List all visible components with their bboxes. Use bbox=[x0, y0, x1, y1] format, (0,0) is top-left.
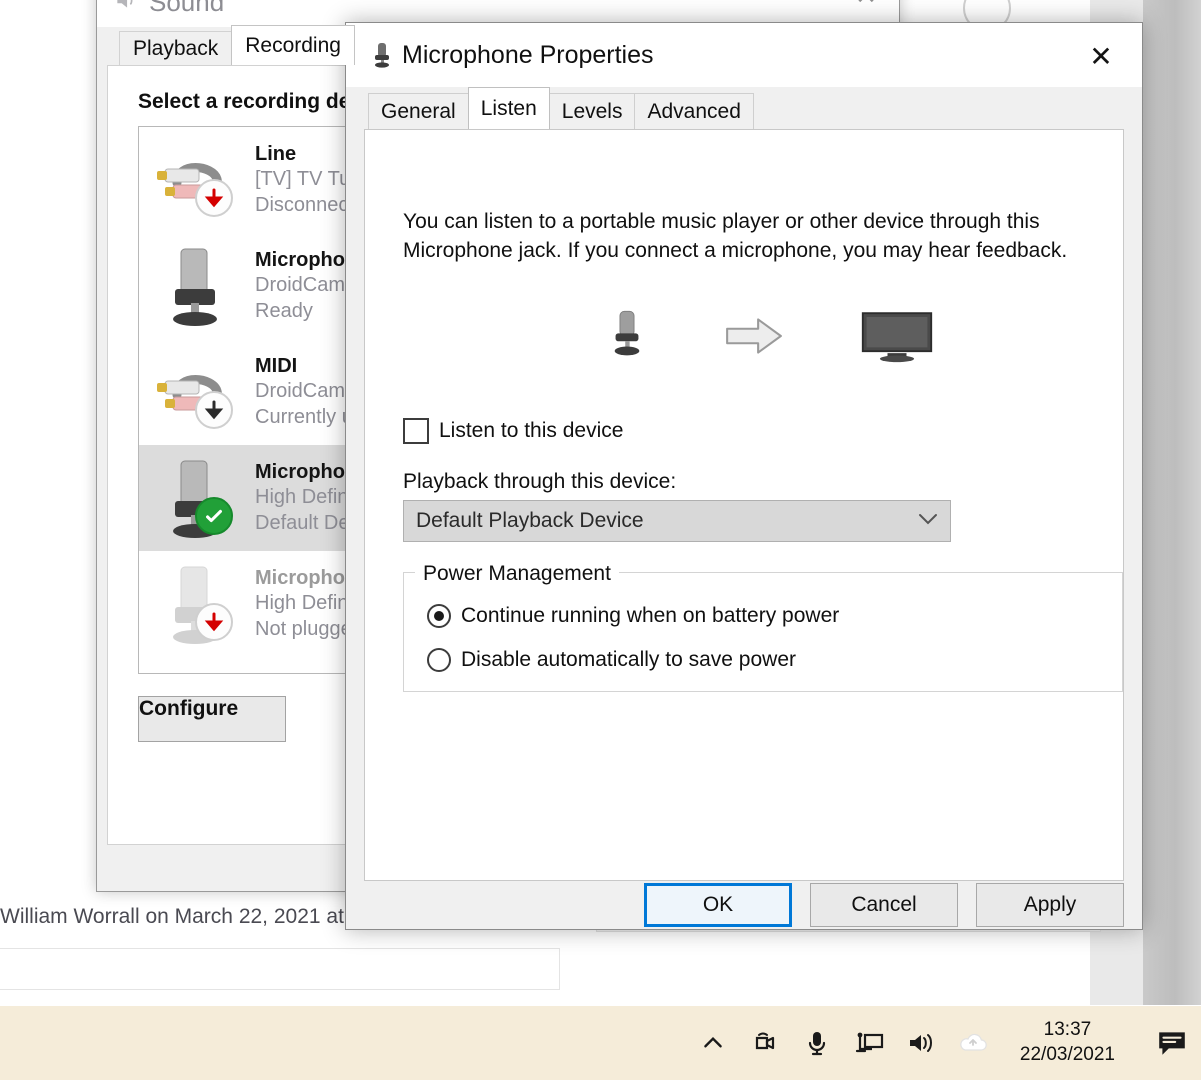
system-tray: 13:37 22/03/2021 bbox=[696, 1018, 1201, 1067]
microphone-icon bbox=[151, 241, 249, 331]
chevron-down-icon bbox=[918, 512, 938, 530]
listen-to-this-device-checkbox[interactable] bbox=[403, 418, 429, 444]
microphone-icon[interactable] bbox=[800, 1026, 834, 1060]
arrow-right-icon bbox=[723, 315, 785, 362]
speaker-icon bbox=[113, 0, 139, 13]
listen-description: You can listen to a portable music playe… bbox=[403, 210, 1068, 262]
listen-to-this-device-row[interactable]: Listen to this device bbox=[403, 418, 623, 444]
radio-disable-automatically[interactable] bbox=[427, 648, 451, 672]
listen-tab-panel: You can listen to a portable music playe… bbox=[364, 129, 1124, 881]
chevron-up-icon[interactable] bbox=[696, 1026, 730, 1060]
sound-close-button[interactable]: ✕ bbox=[833, 0, 899, 17]
tab-playback[interactable]: Playback bbox=[119, 31, 233, 65]
tab-advanced[interactable]: Advanced bbox=[634, 93, 754, 129]
listen-routing-graphic bbox=[605, 298, 935, 378]
radio-continue-running-label: Continue running when on battery power bbox=[461, 604, 840, 627]
power-management-groupbox bbox=[403, 572, 1123, 692]
notifications-icon[interactable] bbox=[1151, 1022, 1193, 1064]
screen: William Worrall on March 22, 2021 at 9:3… bbox=[0, 0, 1201, 1080]
listen-to-this-device-label: Listen to this device bbox=[439, 419, 624, 442]
properties-titlebar: Microphone Properties ✕ bbox=[346, 23, 1142, 87]
ok-button[interactable]: OK bbox=[644, 883, 792, 927]
configure-button[interactable]: Configure bbox=[138, 696, 286, 742]
playback-device-select[interactable]: Default Playback Device bbox=[403, 500, 951, 542]
radio-disable-automatically-label: Disable automatically to save power bbox=[461, 648, 796, 671]
monitor-icon bbox=[859, 307, 935, 370]
tab-general[interactable]: General bbox=[368, 93, 469, 129]
clock-date: 22/03/2021 bbox=[1019, 1044, 1115, 1065]
microphone-icon bbox=[368, 41, 396, 69]
tab-levels[interactable]: Levels bbox=[548, 93, 636, 129]
camera-icon[interactable] bbox=[748, 1026, 782, 1060]
red-arrow-down-badge-icon bbox=[195, 603, 233, 641]
radio-continue-running[interactable] bbox=[427, 604, 451, 628]
background-panel-grey bbox=[1143, 0, 1201, 1005]
volume-icon[interactable] bbox=[904, 1026, 938, 1060]
network-display-icon[interactable] bbox=[852, 1026, 886, 1060]
power-management-legend: Power Management bbox=[415, 562, 619, 586]
grey-arrow-down-badge-icon bbox=[195, 391, 233, 429]
taskbar: 13:37 22/03/2021 bbox=[0, 1006, 1201, 1080]
tab-listen[interactable]: Listen bbox=[467, 87, 550, 129]
playback-through-device-label: Playback through this device: bbox=[403, 470, 677, 493]
power-option-continue-running[interactable]: Continue running when on battery power bbox=[427, 604, 839, 628]
microphone-properties-dialog: Microphone Properties ✕ General Listen L… bbox=[345, 22, 1143, 930]
dialog-title: Microphone Properties bbox=[402, 41, 654, 69]
cancel-button[interactable]: Cancel bbox=[810, 883, 958, 927]
sound-window-title: Sound bbox=[149, 0, 225, 17]
tab-recording[interactable]: Recording bbox=[231, 25, 355, 65]
properties-tabstrip: General Listen Levels Advanced bbox=[368, 87, 754, 129]
green-check-badge-icon bbox=[195, 497, 233, 535]
onedrive-cloud-icon[interactable] bbox=[956, 1026, 990, 1060]
background-card-bottom bbox=[0, 948, 560, 990]
microphone-icon bbox=[605, 307, 649, 370]
apply-button[interactable]: Apply bbox=[976, 883, 1124, 927]
clock-time: 13:37 bbox=[1043, 1019, 1092, 1041]
red-arrow-down-badge-icon bbox=[195, 179, 233, 217]
power-option-disable-automatically[interactable]: Disable automatically to save power bbox=[427, 648, 796, 672]
playback-device-value: Default Playback Device bbox=[416, 509, 644, 532]
close-icon[interactable]: ✕ bbox=[1070, 35, 1132, 77]
dialog-footer: OK Cancel Apply bbox=[346, 881, 1142, 929]
sound-tabstrip: Playback Recording bbox=[119, 25, 355, 65]
taskbar-clock[interactable]: 13:37 22/03/2021 bbox=[1020, 1018, 1115, 1067]
